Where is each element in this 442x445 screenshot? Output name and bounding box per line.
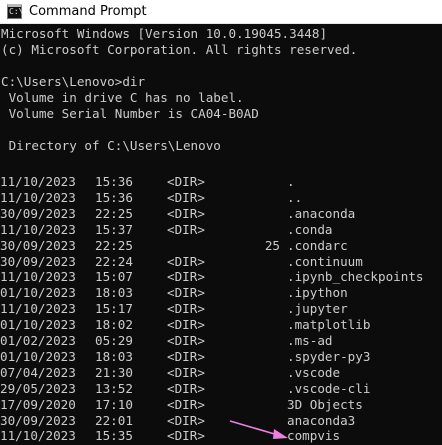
entry-date: 29/05/2023 xyxy=(0,380,76,396)
dir-entry-row: 01/02/2023 05:29 <DIR> .ms-ad xyxy=(0,333,442,349)
entry-name: .ipython xyxy=(287,285,348,301)
command-line: C:\Users\Lenovo>dir xyxy=(1,74,146,89)
entry-date: 30/09/2023 xyxy=(0,253,76,269)
dir-entry-row: 17/09/2020 17:10 <DIR> 3D Objects xyxy=(0,397,442,413)
entry-type: <DIR> xyxy=(167,333,205,348)
entry-name: . xyxy=(287,174,295,189)
title-bar[interactable]: C:\ Command Prompt xyxy=(0,0,442,24)
entry-name: .ipynb_checkpoints xyxy=(287,269,424,285)
console-output[interactable]: Microsoft Windows [Version 10.0.19045.34… xyxy=(0,24,442,445)
directory-header: Directory of C:\Users\Lenovo xyxy=(1,138,221,153)
console-line: Volume Serial Number is CA04-B0AD xyxy=(1,106,259,121)
entry-name: .matplotlib xyxy=(287,317,371,333)
entry-date: 07/04/2023 xyxy=(0,364,76,380)
entry-time: 22:01 xyxy=(95,412,133,428)
dir-entry-row: 01/10/2023 18:03 <DIR> .spyder-py3 xyxy=(0,349,442,365)
entry-name: anaconda3 xyxy=(287,412,356,428)
entry-type: <DIR> xyxy=(167,269,205,285)
entry-type: <DIR> xyxy=(167,317,205,333)
entry-name: .anaconda xyxy=(287,205,356,221)
entry-date: 11/10/2023 xyxy=(0,301,76,317)
entry-type: <DIR> xyxy=(167,364,205,380)
entry-date: 01/10/2023 xyxy=(0,285,76,301)
entry-date: 30/09/2023 xyxy=(0,237,76,253)
entry-date: 11/10/2023 xyxy=(0,428,76,444)
entry-name: .spyder-py3 xyxy=(287,348,371,364)
entry-type: <DIR> xyxy=(167,428,205,444)
entry-type: <DIR> xyxy=(167,221,205,237)
entry-date: 01/10/2023 xyxy=(0,317,76,333)
dir-entry-row: 11/10/2023 15:37 <DIR> .conda xyxy=(0,222,442,238)
entry-name: .vscode-cli xyxy=(287,380,371,396)
entry-type: <DIR> xyxy=(167,412,205,428)
dir-entry-row: 11/10/2023 15:07 <DIR> .ipynb_checkpoints xyxy=(0,269,442,285)
command-prompt-window: C:\ Command Prompt Microsoft Windows [Ve… xyxy=(0,0,442,445)
entry-name: .jupyter xyxy=(287,301,348,317)
entry-time: 15:35 xyxy=(95,428,133,444)
entry-time: 15:17 xyxy=(95,301,133,317)
entry-date: 11/10/2023 xyxy=(0,189,76,205)
entry-name: .. xyxy=(287,189,303,205)
entry-type: <DIR> xyxy=(167,301,205,317)
dir-entry-row: 11/10/2023 15:17 <DIR> .jupyter xyxy=(0,301,442,317)
entry-time: 18:03 xyxy=(95,285,133,301)
entry-type: <DIR> xyxy=(167,285,205,301)
entry-size: 25 xyxy=(264,237,280,253)
dir-entry-row: 30/09/2023 22:25 <DIR> .anaconda xyxy=(0,206,442,222)
arrow-icon xyxy=(229,420,288,439)
entry-time: 13:52 xyxy=(95,380,133,396)
entry-time: 22:25 xyxy=(95,237,133,253)
entry-type: <DIR> xyxy=(167,348,205,364)
entry-date: 30/09/2023 xyxy=(0,412,76,428)
dir-entry-row: 01/10/2023 18:03 <DIR> .ipython xyxy=(0,285,442,301)
entry-name: .continuum xyxy=(287,253,363,269)
entry-time: 15:07 xyxy=(95,269,133,285)
entry-date: 11/10/2023 xyxy=(0,174,76,189)
entry-name: compvis xyxy=(287,428,341,444)
entry-name: .ms-ad xyxy=(287,333,333,348)
entry-date: 01/10/2023 xyxy=(0,348,76,364)
dir-entry-row: 11/10/2023 15:35 <DIR> compvis xyxy=(0,428,442,444)
console-line: Microsoft Windows [Version 10.0.19045.34… xyxy=(1,26,328,41)
entry-type: <DIR> xyxy=(167,396,205,412)
entry-time: 15:37 xyxy=(95,221,133,237)
dir-entry-row: 11/10/2023 15:36 <DIR>.. xyxy=(0,190,442,206)
entry-type: <DIR> xyxy=(167,253,205,269)
entry-type: <DIR> xyxy=(167,205,205,221)
entry-name: 3D Objects xyxy=(287,396,363,412)
dir-entry-row: 07/04/2023 21:30 <DIR> .vscode xyxy=(0,365,442,381)
entry-time: 15:36 xyxy=(95,174,133,189)
window-title: Command Prompt xyxy=(29,4,147,19)
dir-entry-row: 30/09/2023 22:24 <DIR> .continuum xyxy=(0,254,442,270)
dir-entry-row: 29/05/2023 13:52 <DIR> .vscode-cli xyxy=(0,381,442,397)
console-line: (c) Microsoft Corporation. All rights re… xyxy=(1,42,358,57)
dir-entry-row: 30/09/2023 22:25 25 .condarc xyxy=(0,238,442,254)
entry-type: <DIR> xyxy=(167,174,205,189)
entry-date: 01/02/2023 xyxy=(0,333,76,348)
cmd-icon: C:\ xyxy=(7,4,23,19)
entry-type: <DIR> xyxy=(167,380,205,396)
entry-time: 21:30 xyxy=(95,364,133,380)
entry-time: 17:10 xyxy=(95,396,133,412)
entry-time: 15:36 xyxy=(95,189,133,205)
entry-date: 11/10/2023 xyxy=(0,269,76,285)
entry-time: 22:24 xyxy=(95,253,133,269)
entry-date: 17/09/2020 xyxy=(0,396,76,412)
entry-date: 11/10/2023 xyxy=(0,221,76,237)
entry-name: .conda xyxy=(287,221,333,237)
console-line: Volume in drive C has no label. xyxy=(1,90,244,105)
dir-entry-row: 30/09/2023 22:01 <DIR> anaconda3 xyxy=(0,413,442,429)
entry-time: 05:29 xyxy=(95,333,133,348)
dir-entry-row: 01/10/2023 18:02 <DIR> .matplotlib xyxy=(0,317,442,333)
entry-time: 18:03 xyxy=(95,348,133,364)
entry-type: <DIR> xyxy=(167,189,205,205)
entry-date: 30/09/2023 xyxy=(0,205,76,221)
dir-entry-row: 11/10/2023 15:36 <DIR>. xyxy=(0,174,442,190)
entry-name: .vscode xyxy=(287,364,341,380)
entry-name: .condarc xyxy=(287,237,348,253)
entry-time: 22:25 xyxy=(95,205,133,221)
entry-time: 18:02 xyxy=(95,317,133,333)
